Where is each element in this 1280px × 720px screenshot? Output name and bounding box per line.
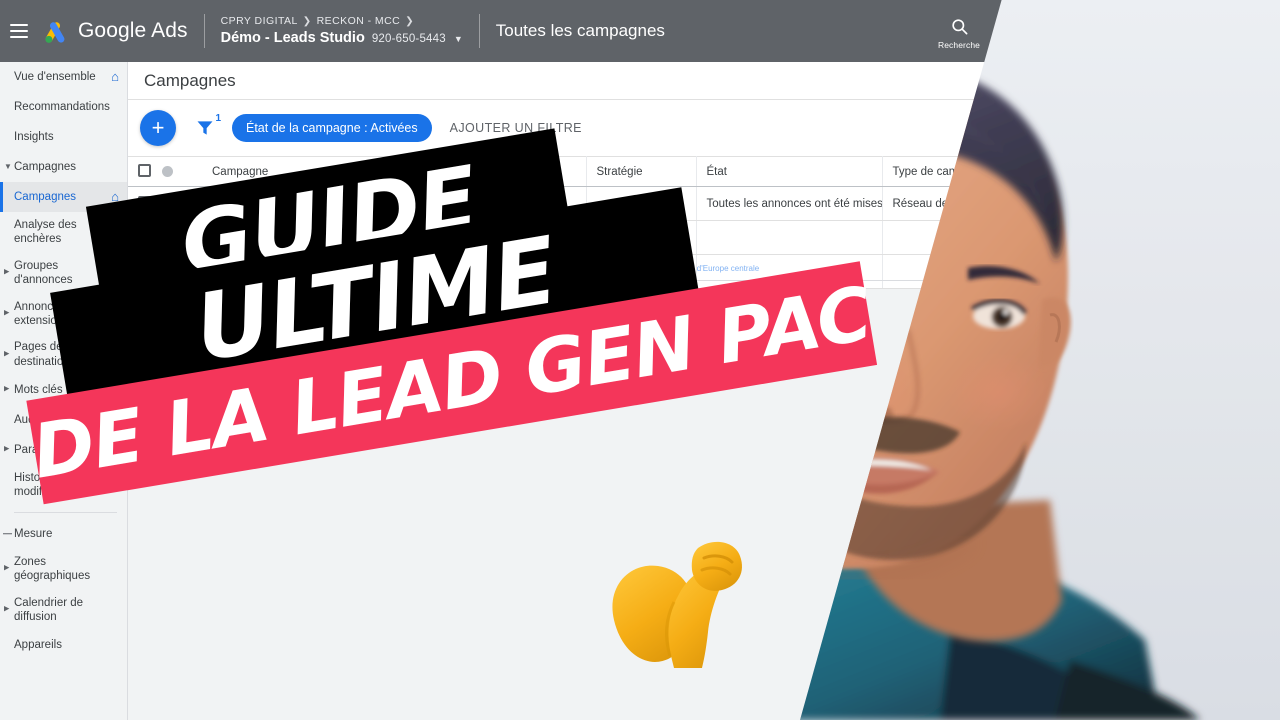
search-button[interactable]: Recherche xyxy=(931,0,987,62)
select-all-header xyxy=(128,156,160,187)
row-state-cell: Toutes les annonces ont été mises en ve xyxy=(696,186,883,221)
filter-count-badge: 1 xyxy=(215,113,221,124)
account-switcher[interactable]: CPRY DIGITAL ❯ RECKON - MCC ❯ Démo - Lea… xyxy=(221,15,463,46)
google-ads-logo-icon xyxy=(45,22,65,43)
chevron-right-icon: ▶ xyxy=(4,564,10,572)
sidebar-item-appareils[interactable]: Appareils xyxy=(0,630,127,660)
sidebar-item-calendrier-de-diffusion[interactable]: ▶ Calendrier de diffusion xyxy=(0,590,127,631)
header-etat[interactable]: État xyxy=(696,156,883,187)
sidebar-group-mesure[interactable]: Mesure xyxy=(0,519,127,549)
breadcrumb: CPRY DIGITAL ❯ RECKON - MCC ❯ xyxy=(221,15,463,28)
sidebar-item-label: Vue d'ensemble xyxy=(14,70,96,83)
home-icon: ⌂ xyxy=(111,68,119,84)
sidebar-item-label: Appareils xyxy=(14,639,62,652)
breadcrumb-item-1[interactable]: RECKON - MCC xyxy=(317,15,401,28)
status-header xyxy=(160,156,202,187)
sidebar-item-label: Zones géographiques xyxy=(14,555,91,583)
sidebar-item-label: Calendrier de diffusion xyxy=(14,596,84,623)
divider xyxy=(478,14,480,48)
thumbnail-root: Google Ads CPRY DIGITAL ❯ RECKON - MCC ❯… xyxy=(0,0,1280,720)
chevron-right-icon: ❯ xyxy=(302,15,312,27)
search-icon xyxy=(950,16,969,38)
brand-title: Google Ads xyxy=(78,19,188,42)
sidebar-item-recommandations[interactable]: Recommandations xyxy=(0,92,127,122)
page-scope-label: Toutes les campagnes xyxy=(495,21,665,40)
sidebar-divider xyxy=(14,511,117,513)
hamburger-menu-icon[interactable] xyxy=(10,24,28,38)
sidebar-item-label: Recommandations xyxy=(14,100,110,113)
sidebar-item-label: Campagnes xyxy=(14,160,77,173)
row-state-cell xyxy=(696,220,883,255)
flexed-biceps-icon xyxy=(612,541,742,668)
filter-funnel-button[interactable]: 1 xyxy=(192,113,221,141)
chevron-right-icon: ▶ xyxy=(4,385,10,393)
chevron-right-icon: ▶ xyxy=(4,350,10,358)
chevron-right-icon: ▶ xyxy=(4,445,10,453)
chevron-down-icon: ▼ xyxy=(4,162,12,171)
sidebar-item-label: Insights xyxy=(14,130,54,143)
status-dot-icon xyxy=(162,165,173,177)
account-id: 920-650-5443 xyxy=(371,32,446,45)
add-filter-button[interactable]: AJOUTER UN FILTRE xyxy=(450,121,582,135)
sidebar-item-vue-densemble[interactable]: Vue d'ensemble ⌂ xyxy=(0,62,127,92)
sidebar-item-insights[interactable]: Insights xyxy=(0,122,127,152)
select-all-checkbox[interactable] xyxy=(138,163,151,177)
divider xyxy=(203,14,205,48)
account-name: Démo - Leads Studio xyxy=(220,29,365,46)
chevron-down-icon[interactable]: ▼ xyxy=(454,34,463,45)
breadcrumb-item-0[interactable]: CPRY DIGITAL xyxy=(221,15,298,28)
page-title: Campagnes xyxy=(144,70,236,90)
chevron-right-icon: ▶ xyxy=(4,605,10,613)
header-strategie[interactable]: Stratégie xyxy=(586,156,697,187)
funnel-filter-icon xyxy=(197,121,213,135)
search-label: Recherche xyxy=(937,39,980,50)
sidebar-group-campagnes[interactable]: ▼ Campagnes xyxy=(0,152,127,182)
filter-chip-campaign-status[interactable]: État de la campagne : Activées xyxy=(232,114,432,142)
sidebar-item-label: Mesure xyxy=(14,527,53,540)
collapse-dash-icon xyxy=(3,533,12,535)
add-campaign-button[interactable]: + xyxy=(140,110,176,146)
chevron-right-icon: ▶ xyxy=(4,268,10,276)
sidebar-item-label: Campagnes xyxy=(14,190,77,203)
chevron-right-icon: ▶ xyxy=(4,309,10,317)
sidebar-item-zones-geographiques[interactable]: ▶ Zones géographiques xyxy=(0,549,127,590)
flexed-biceps-emoji xyxy=(596,528,746,668)
chevron-right-icon: ❯ xyxy=(405,15,415,27)
